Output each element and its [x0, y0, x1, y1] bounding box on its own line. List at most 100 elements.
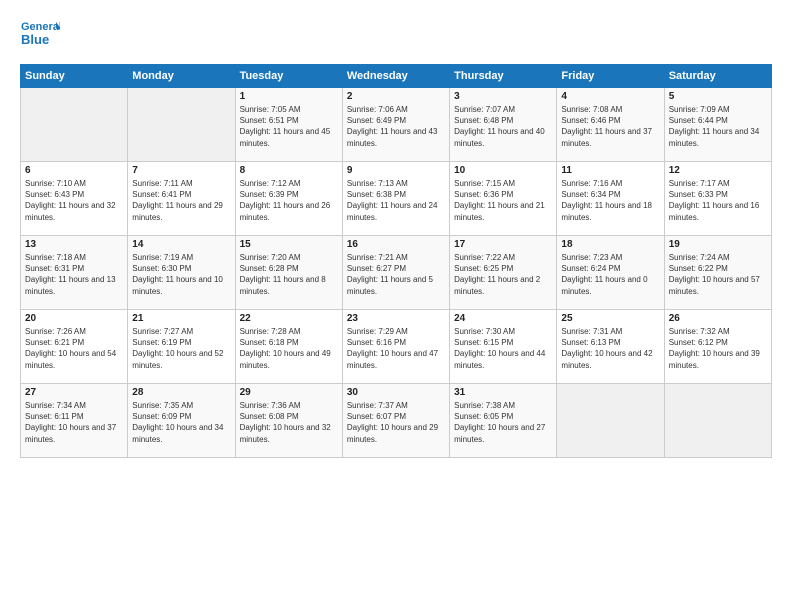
calendar-cell: [557, 384, 664, 458]
week-row-3: 20 Sunrise: 7:26 AM Sunset: 6:21 PM Dayli…: [21, 310, 772, 384]
calendar-cell: 15 Sunrise: 7:20 AM Sunset: 6:28 PM Dayli…: [235, 236, 342, 310]
cell-text: Sunrise: 7:20 AM Sunset: 6:28 PM Dayligh…: [240, 252, 338, 297]
day-number: 29: [240, 387, 338, 398]
cell-text: Sunrise: 7:06 AM Sunset: 6:49 PM Dayligh…: [347, 104, 445, 149]
day-number: 28: [132, 387, 230, 398]
cell-text: Sunrise: 7:17 AM Sunset: 6:33 PM Dayligh…: [669, 178, 767, 223]
header-saturday: Saturday: [664, 65, 771, 88]
day-number: 2: [347, 91, 445, 102]
cell-text: Sunrise: 7:30 AM Sunset: 6:15 PM Dayligh…: [454, 326, 552, 371]
day-number: 13: [25, 239, 123, 250]
calendar-cell: 22 Sunrise: 7:28 AM Sunset: 6:18 PM Dayli…: [235, 310, 342, 384]
day-number: 15: [240, 239, 338, 250]
calendar-cell: 16 Sunrise: 7:21 AM Sunset: 6:27 PM Dayli…: [342, 236, 449, 310]
calendar-cell: 10 Sunrise: 7:15 AM Sunset: 6:36 PM Dayli…: [450, 162, 557, 236]
cell-text: Sunrise: 7:23 AM Sunset: 6:24 PM Dayligh…: [561, 252, 659, 297]
cell-text: Sunrise: 7:12 AM Sunset: 6:39 PM Dayligh…: [240, 178, 338, 223]
header-sunday: Sunday: [21, 65, 128, 88]
cell-text: Sunrise: 7:15 AM Sunset: 6:36 PM Dayligh…: [454, 178, 552, 223]
day-number: 26: [669, 313, 767, 324]
day-number: 11: [561, 165, 659, 176]
cell-text: Sunrise: 7:11 AM Sunset: 6:41 PM Dayligh…: [132, 178, 230, 223]
calendar-cell: 9 Sunrise: 7:13 AM Sunset: 6:38 PM Daylig…: [342, 162, 449, 236]
cell-text: Sunrise: 7:08 AM Sunset: 6:46 PM Dayligh…: [561, 104, 659, 149]
day-number: 6: [25, 165, 123, 176]
calendar-cell: 29 Sunrise: 7:36 AM Sunset: 6:08 PM Dayli…: [235, 384, 342, 458]
page: General Blue SundayMondayTuesdayWednesda…: [0, 0, 792, 612]
calendar-cell: 31Sunrise: 7:38 AM Sunset: 6:05 PM Dayli…: [450, 384, 557, 458]
cell-text: Sunrise: 7:10 AM Sunset: 6:43 PM Dayligh…: [25, 178, 123, 223]
day-number: 7: [132, 165, 230, 176]
week-row-4: 27 Sunrise: 7:34 AM Sunset: 6:11 PM Dayli…: [21, 384, 772, 458]
day-number: 21: [132, 313, 230, 324]
cell-text: Sunrise: 7:21 AM Sunset: 6:27 PM Dayligh…: [347, 252, 445, 297]
cell-text: Sunrise: 7:35 AM Sunset: 6:09 PM Dayligh…: [132, 400, 230, 445]
day-number: 8: [240, 165, 338, 176]
day-number: 1: [240, 91, 338, 102]
calendar-cell: 8 Sunrise: 7:12 AM Sunset: 6:39 PM Daylig…: [235, 162, 342, 236]
calendar-cell: 27 Sunrise: 7:34 AM Sunset: 6:11 PM Dayli…: [21, 384, 128, 458]
cell-text: Sunrise: 7:34 AM Sunset: 6:11 PM Dayligh…: [25, 400, 123, 445]
week-row-2: 13 Sunrise: 7:18 AM Sunset: 6:31 PM Dayli…: [21, 236, 772, 310]
header-thursday: Thursday: [450, 65, 557, 88]
cell-text: Sunrise: 7:27 AM Sunset: 6:19 PM Dayligh…: [132, 326, 230, 371]
day-number: 4: [561, 91, 659, 102]
calendar-cell: 11 Sunrise: 7:16 AM Sunset: 6:34 PM Dayli…: [557, 162, 664, 236]
day-number: 9: [347, 165, 445, 176]
day-number: 23: [347, 313, 445, 324]
day-number: 27: [25, 387, 123, 398]
cell-text: Sunrise: 7:13 AM Sunset: 6:38 PM Dayligh…: [347, 178, 445, 223]
cell-text: Sunrise: 7:09 AM Sunset: 6:44 PM Dayligh…: [669, 104, 767, 149]
calendar-cell: 4 Sunrise: 7:08 AM Sunset: 6:46 PM Daylig…: [557, 88, 664, 162]
day-number: 20: [25, 313, 123, 324]
header-monday: Monday: [128, 65, 235, 88]
cell-text: Sunrise: 7:36 AM Sunset: 6:08 PM Dayligh…: [240, 400, 338, 445]
day-number: 10: [454, 165, 552, 176]
cell-text: Sunrise: 7:31 AM Sunset: 6:13 PM Dayligh…: [561, 326, 659, 371]
cell-text: Sunrise: 7:19 AM Sunset: 6:30 PM Dayligh…: [132, 252, 230, 297]
cell-text: Sunrise: 7:22 AM Sunset: 6:25 PM Dayligh…: [454, 252, 552, 297]
day-number: 16: [347, 239, 445, 250]
calendar-cell: 2 Sunrise: 7:06 AM Sunset: 6:49 PM Daylig…: [342, 88, 449, 162]
calendar-cell: 13 Sunrise: 7:18 AM Sunset: 6:31 PM Dayli…: [21, 236, 128, 310]
calendar-table: SundayMondayTuesdayWednesdayThursdayFrid…: [20, 64, 772, 458]
calendar-cell: 21 Sunrise: 7:27 AM Sunset: 6:19 PM Dayli…: [128, 310, 235, 384]
cell-text: Sunrise: 7:26 AM Sunset: 6:21 PM Dayligh…: [25, 326, 123, 371]
week-row-1: 6 Sunrise: 7:10 AM Sunset: 6:43 PM Daylig…: [21, 162, 772, 236]
day-number: 5: [669, 91, 767, 102]
calendar-cell: 6 Sunrise: 7:10 AM Sunset: 6:43 PM Daylig…: [21, 162, 128, 236]
header: General Blue: [20, 16, 772, 54]
day-number: 12: [669, 165, 767, 176]
svg-text:Blue: Blue: [21, 32, 49, 47]
calendar-cell: 7 Sunrise: 7:11 AM Sunset: 6:41 PM Daylig…: [128, 162, 235, 236]
calendar-cell: 23Sunrise: 7:29 AM Sunset: 6:16 PM Dayli…: [342, 310, 449, 384]
calendar-cell: 18 Sunrise: 7:23 AM Sunset: 6:24 PM Dayli…: [557, 236, 664, 310]
cell-text: Sunrise: 7:05 AM Sunset: 6:51 PM Dayligh…: [240, 104, 338, 149]
cell-text: Sunrise: 7:18 AM Sunset: 6:31 PM Dayligh…: [25, 252, 123, 297]
day-number: 25: [561, 313, 659, 324]
day-number: 18: [561, 239, 659, 250]
cell-text: Sunrise: 7:37 AM Sunset: 6:07 PM Dayligh…: [347, 400, 445, 445]
day-number: 30: [347, 387, 445, 398]
calendar-cell: 20 Sunrise: 7:26 AM Sunset: 6:21 PM Dayli…: [21, 310, 128, 384]
day-number: 22: [240, 313, 338, 324]
day-number: 14: [132, 239, 230, 250]
header-wednesday: Wednesday: [342, 65, 449, 88]
day-number: 19: [669, 239, 767, 250]
cell-text: Sunrise: 7:16 AM Sunset: 6:34 PM Dayligh…: [561, 178, 659, 223]
day-number: 17: [454, 239, 552, 250]
calendar-cell: 25 Sunrise: 7:31 AM Sunset: 6:13 PM Dayli…: [557, 310, 664, 384]
calendar-cell: 12 Sunrise: 7:17 AM Sunset: 6:33 PM Dayli…: [664, 162, 771, 236]
header-tuesday: Tuesday: [235, 65, 342, 88]
calendar-cell: [128, 88, 235, 162]
calendar-cell: 28 Sunrise: 7:35 AM Sunset: 6:09 PM Dayli…: [128, 384, 235, 458]
cell-text: Sunrise: 7:32 AM Sunset: 6:12 PM Dayligh…: [669, 326, 767, 371]
cell-text: Sunrise: 7:24 AM Sunset: 6:22 PM Dayligh…: [669, 252, 767, 297]
calendar-cell: 30 Sunrise: 7:37 AM Sunset: 6:07 PM Dayli…: [342, 384, 449, 458]
day-number: 3: [454, 91, 552, 102]
calendar-cell: 24Sunrise: 7:30 AM Sunset: 6:15 PM Dayli…: [450, 310, 557, 384]
calendar-cell: 14 Sunrise: 7:19 AM Sunset: 6:30 PM Dayli…: [128, 236, 235, 310]
cell-text: Sunrise: 7:28 AM Sunset: 6:18 PM Dayligh…: [240, 326, 338, 371]
calendar-cell: 26 Sunrise: 7:32 AM Sunset: 6:12 PM Dayli…: [664, 310, 771, 384]
day-number: 31: [454, 387, 552, 398]
